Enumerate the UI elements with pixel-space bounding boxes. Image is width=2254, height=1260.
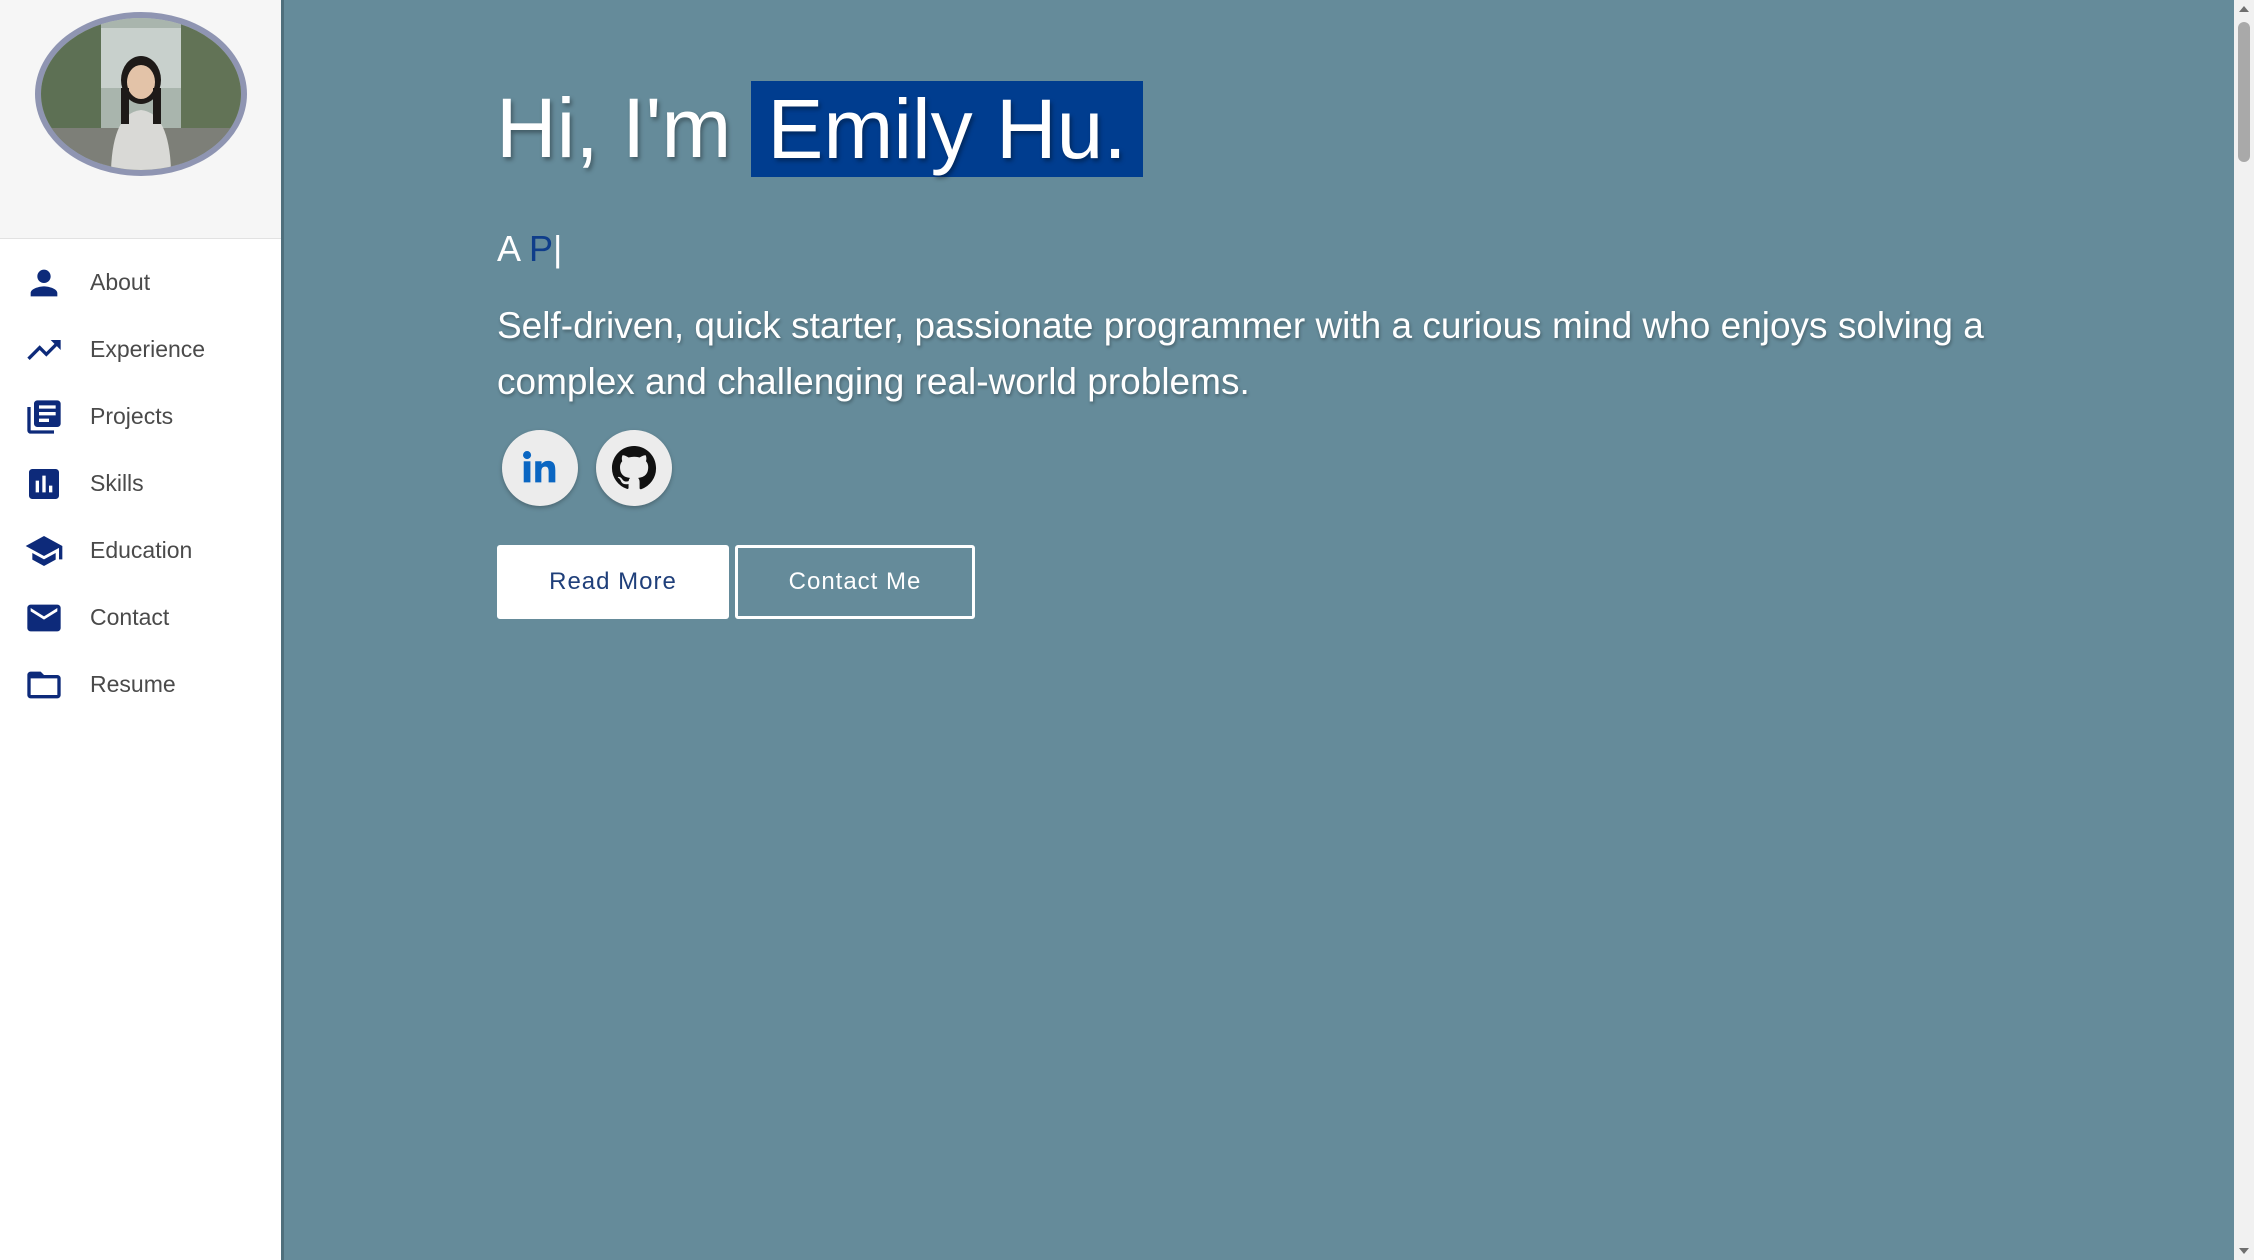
sidebar-item-contact[interactable]: Contact <box>0 584 281 651</box>
mail-icon <box>24 598 64 638</box>
sidebar-item-label: Education <box>90 537 193 563</box>
sidebar-item-resume[interactable]: Resume <box>0 651 281 718</box>
scroll-up-arrow-icon[interactable] <box>2239 6 2249 12</box>
sidebar: About Experience Projects Skills Educati… <box>0 0 284 1260</box>
profile-photo <box>40 18 241 170</box>
name-highlight: Emily Hu. <box>751 80 1143 177</box>
sidebar-item-education[interactable]: Education <box>0 517 281 584</box>
avatar <box>34 12 247 176</box>
school-icon <box>24 531 64 571</box>
sidebar-item-about[interactable]: About <box>0 249 281 316</box>
hero-section: Hi, I'm Emily Hu. A P| Self-driven, quic… <box>284 0 2234 1260</box>
typed-cursor: | <box>553 228 563 269</box>
github-link[interactable] <box>596 430 672 506</box>
read-more-button[interactable]: Read More <box>497 545 729 619</box>
profile-section <box>0 0 281 239</box>
contact-me-button[interactable]: Contact Me <box>735 545 975 619</box>
scroll-down-arrow-icon[interactable] <box>2239 1248 2249 1254</box>
greeting-text: Hi, I'm <box>496 81 732 175</box>
linkedin-link[interactable] <box>502 430 578 506</box>
linkedin-icon <box>523 451 556 483</box>
sidebar-nav: About Experience Projects Skills Educati… <box>0 249 281 718</box>
typed-text: P <box>529 228 554 269</box>
sidebar-item-label: Experience <box>90 336 206 362</box>
sidebar-item-label: Resume <box>90 671 176 697</box>
sidebar-item-label: About <box>90 269 151 295</box>
bio-text: Self-driven, quick starter, passionate p… <box>497 305 1984 402</box>
typed-subtitle: A P| <box>497 228 562 270</box>
social-links <box>502 430 672 506</box>
trending-up-icon <box>24 330 64 370</box>
scrollbar[interactable] <box>2234 0 2254 1260</box>
github-icon <box>611 445 657 490</box>
folder-icon <box>24 665 64 705</box>
page-title: Hi, I'm Emily Hu. <box>496 80 1143 177</box>
sidebar-item-label: Contact <box>90 604 170 630</box>
scroll-thumb[interactable] <box>2238 22 2250 162</box>
typed-prefix: A <box>497 228 530 269</box>
library-books-icon <box>24 397 64 437</box>
sidebar-item-label: Skills <box>90 470 144 496</box>
bar-chart-icon <box>24 464 64 504</box>
sidebar-item-experience[interactable]: Experience <box>0 316 281 383</box>
sidebar-item-label: Projects <box>90 403 174 429</box>
action-buttons: Read More Contact Me <box>497 545 975 619</box>
sidebar-item-skills[interactable]: Skills <box>0 450 281 517</box>
sidebar-item-projects[interactable]: Projects <box>0 383 281 450</box>
person-icon <box>24 263 64 303</box>
